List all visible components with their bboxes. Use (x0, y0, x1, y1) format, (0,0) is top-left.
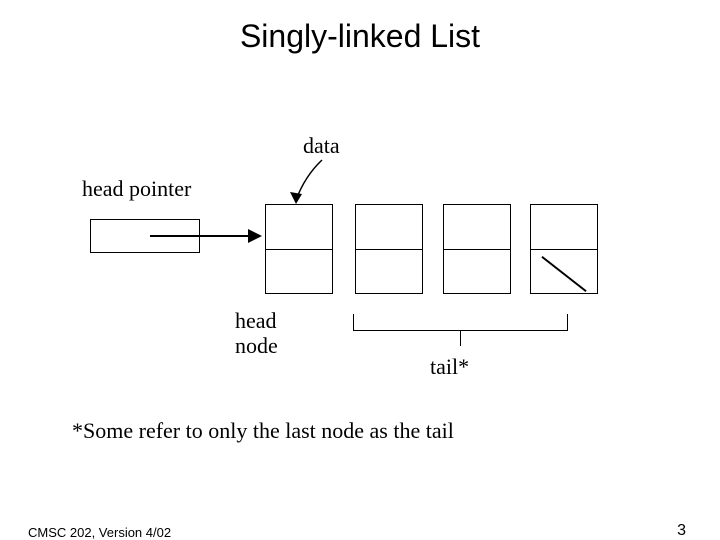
tail-bracket-right (567, 314, 568, 330)
tail-bracket-stem (460, 330, 461, 346)
slide-title: Singly-linked List (0, 18, 720, 55)
arrow-head-to-node-head (248, 229, 262, 243)
footer-page-number: 3 (677, 522, 686, 540)
label-tail: tail* (430, 354, 469, 380)
node-4 (530, 204, 598, 294)
node-2 (355, 204, 423, 294)
tail-bracket-left (353, 314, 354, 330)
footnote: *Some refer to only the last node as the… (72, 418, 454, 444)
label-data: data (303, 133, 340, 159)
label-head-pointer: head pointer (82, 176, 191, 202)
label-head-node: head node (235, 308, 278, 359)
arrow-head-to-node-shaft (150, 235, 250, 237)
node-1 (265, 204, 333, 294)
footer-course: CMSC 202, Version 4/02 (28, 525, 171, 540)
node-3 (443, 204, 511, 294)
